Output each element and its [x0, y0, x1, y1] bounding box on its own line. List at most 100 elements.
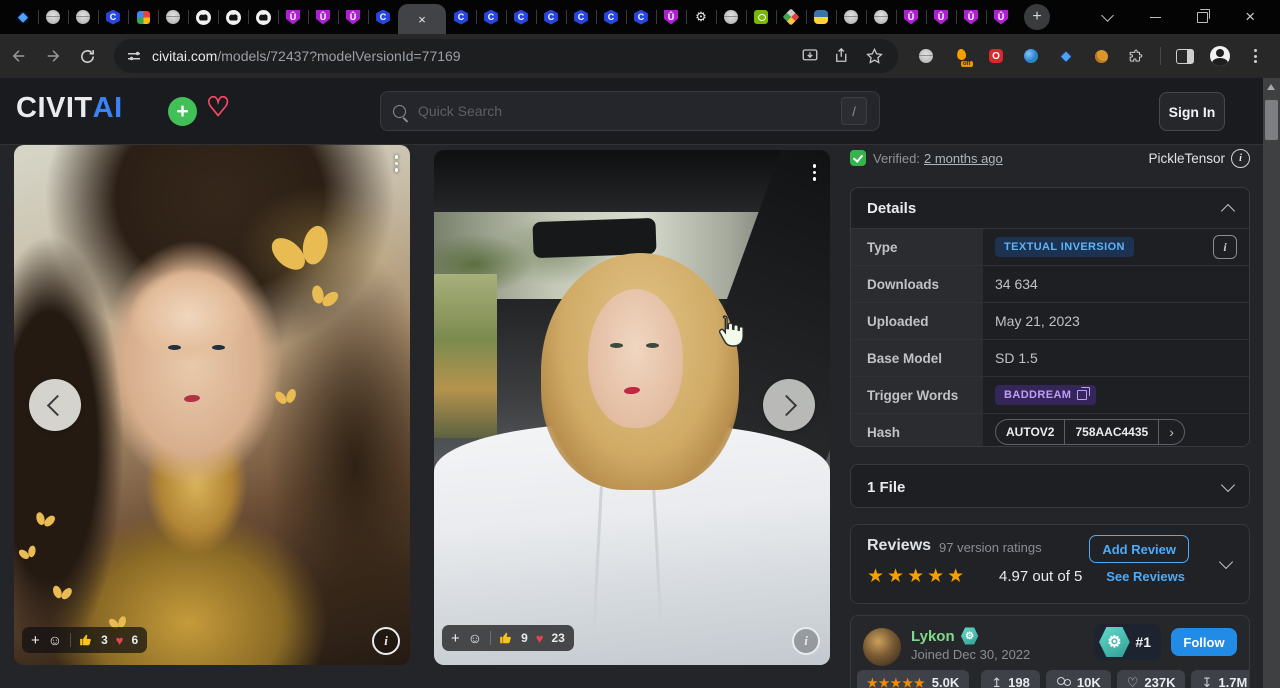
pinned-tab-store[interactable]: [128, 0, 158, 34]
tab-civitai[interactable]: C: [536, 0, 566, 34]
pinned-tab-globe[interactable]: [68, 0, 98, 34]
supporter-heart-icon[interactable]: ♡: [206, 92, 230, 123]
browser-menu-button[interactable]: [1244, 45, 1266, 67]
extension-opera[interactable]: O: [985, 45, 1007, 67]
creator-stat-downloads[interactable]: ↧1.7M: [1191, 670, 1250, 688]
creator-stat-upload[interactable]: ↥198: [981, 670, 1040, 688]
carousel-prev-button[interactable]: [29, 379, 81, 431]
pinned-tab-civitai[interactable]: C: [368, 0, 398, 34]
pinned-tab-civitai[interactable]: C: [98, 0, 128, 34]
creator-stat-stars[interactable]: ★★★★★5.0K: [857, 670, 969, 688]
carousel-next-button[interactable]: [763, 379, 815, 431]
extension-sphere[interactable]: [1020, 45, 1042, 67]
image-info-button[interactable]: i: [792, 627, 820, 655]
search-box[interactable]: /: [380, 91, 880, 131]
add-reaction-button[interactable]: +: [451, 630, 460, 647]
search-input[interactable]: [416, 102, 841, 120]
pinned-tab-github[interactable]: [218, 0, 248, 34]
add-reaction-button[interactable]: +: [31, 632, 40, 649]
copy-icon[interactable]: [1077, 390, 1087, 400]
tab-civitai[interactable]: C: [566, 0, 596, 34]
thumbs-up-icon[interactable]: [499, 631, 513, 645]
new-tab-button[interactable]: +: [1024, 4, 1050, 30]
type-badge[interactable]: TEXTUAL INVERSION: [995, 237, 1134, 257]
pinned-tab-globe[interactable]: [158, 0, 188, 34]
see-reviews-link[interactable]: See Reviews: [1106, 569, 1185, 584]
pinned-tab-globe[interactable]: [38, 0, 68, 34]
share-icon[interactable]: [833, 47, 851, 65]
extension-fireoff[interactable]: [950, 45, 972, 67]
tab-ublock[interactable]: Û: [956, 0, 986, 34]
pinned-tab-ublock[interactable]: Û: [308, 0, 338, 34]
image-info-button[interactable]: i: [372, 627, 400, 655]
scroll-thumb[interactable]: [1265, 100, 1278, 140]
smiley-reaction-button[interactable]: ☺: [468, 630, 482, 646]
creator-avatar[interactable]: [863, 628, 901, 666]
profile-button[interactable]: [1209, 45, 1231, 67]
forward-button[interactable]: [38, 41, 68, 71]
extension-globe[interactable]: [915, 45, 937, 67]
tab-nvidia[interactable]: [746, 0, 776, 34]
pinned-tab-ublock[interactable]: Û: [278, 0, 308, 34]
pinned-tab-ublock[interactable]: Û: [338, 0, 368, 34]
thumbs-up-icon[interactable]: [79, 633, 93, 647]
image-menu-button[interactable]: [389, 149, 405, 178]
close-tab-icon[interactable]: ×: [418, 12, 426, 27]
extension-cookie[interactable]: [1090, 45, 1112, 67]
add-review-button[interactable]: Add Review: [1089, 535, 1189, 563]
chevron-down-icon[interactable]: [1219, 555, 1233, 569]
tab-globe[interactable]: [866, 0, 896, 34]
tab-search-button[interactable]: [1093, 2, 1123, 32]
scroll-up-arrow[interactable]: [1267, 84, 1275, 90]
tab-python[interactable]: [806, 0, 836, 34]
create-button[interactable]: +: [168, 97, 197, 126]
civitai-logo[interactable]: CIVITAI: [16, 92, 123, 125]
tab-civitai[interactable]: C: [626, 0, 656, 34]
back-button[interactable]: [4, 41, 34, 71]
tab-ublock[interactable]: Û: [896, 0, 926, 34]
files-header[interactable]: 1 File: [851, 465, 1249, 508]
extension-gem[interactable]: ◆: [1055, 45, 1077, 67]
tab-civitai[interactable]: C: [476, 0, 506, 34]
creator-stat-users[interactable]: 10K: [1046, 670, 1111, 688]
image-menu-button[interactable]: [807, 158, 823, 187]
install-app-icon[interactable]: [801, 47, 819, 65]
hash-expand-button[interactable]: ›: [1159, 420, 1184, 444]
gallery-image-1[interactable]: + ☺ 3 ♥ 6 i: [14, 145, 410, 665]
tab-globe[interactable]: [836, 0, 866, 34]
tab-civitai[interactable]: C: [506, 0, 536, 34]
tab-civitai[interactable]: C: [446, 0, 476, 34]
heart-reaction-button[interactable]: ♥: [116, 633, 124, 648]
hash-pill[interactable]: AUTOV2 758AAC4435 ›: [995, 419, 1185, 445]
url-bar[interactable]: civitai.com/models/72437?modelVersionId=…: [114, 39, 898, 73]
pinned-tab-gem[interactable]: ◆: [8, 0, 38, 34]
trigger-word-badge[interactable]: BADDREAM: [995, 385, 1096, 405]
pinned-tab-github[interactable]: [248, 0, 278, 34]
tab-sd[interactable]: [776, 0, 806, 34]
bookmark-star-icon[interactable]: [865, 47, 884, 66]
format-info-icon[interactable]: i: [1231, 149, 1250, 168]
tab-civitai[interactable]: C: [596, 0, 626, 34]
tab-gear[interactable]: ⚙: [686, 0, 716, 34]
tab-ublock[interactable]: Û: [926, 0, 956, 34]
side-panel-button[interactable]: [1174, 45, 1196, 67]
reload-button[interactable]: [72, 41, 102, 71]
gallery-image-2[interactable]: + ☺ 9 ♥ 23 i: [434, 150, 830, 665]
page-scrollbar[interactable]: [1263, 78, 1280, 688]
close-window-button[interactable]: ×: [1235, 2, 1265, 32]
smiley-reaction-button[interactable]: ☺: [48, 632, 62, 648]
creator-name[interactable]: Lykon ⚙: [911, 627, 979, 645]
verified-time-link[interactable]: 2 months ago: [924, 151, 1003, 166]
site-info-icon[interactable]: [128, 51, 140, 62]
creator-stat-hearts[interactable]: ♡237K: [1117, 670, 1186, 688]
minimize-button[interactable]: [1140, 2, 1170, 32]
creator-rank-badge[interactable]: ⚙ #1: [1094, 624, 1161, 660]
follow-button[interactable]: Follow: [1171, 628, 1237, 656]
details-header[interactable]: Details: [851, 188, 1249, 229]
extension-puzzle[interactable]: [1125, 45, 1147, 67]
restore-button[interactable]: [1188, 2, 1218, 32]
heart-reaction-button[interactable]: ♥: [536, 631, 544, 646]
sign-in-button[interactable]: Sign In: [1159, 92, 1225, 131]
tab-ublock[interactable]: Û: [986, 0, 1016, 34]
type-info-button[interactable]: i: [1213, 235, 1237, 259]
